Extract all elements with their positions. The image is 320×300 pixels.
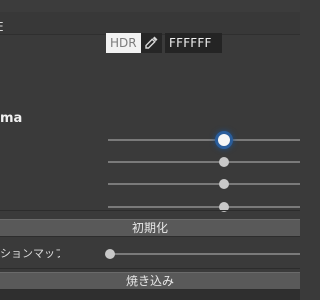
color-property-label: E [0,19,6,35]
section-divider [0,210,300,211]
tonemap-row-label: ションマップ [0,247,60,260]
reset-button[interactable]: 初期化 [0,219,300,237]
color-row-background [0,12,300,35]
gamma-slider-track[interactable] [108,183,300,185]
tonemap-slider-track[interactable] [110,253,300,255]
gamma-slider-track[interactable] [108,161,300,163]
gamma-slider-thumb[interactable] [218,134,230,146]
section-divider [0,268,300,269]
eyedropper-button[interactable] [141,33,162,53]
gamma-slider-track[interactable] [108,139,300,141]
gamma-slider-thumb[interactable] [219,157,229,167]
hdr-label: HDR [110,36,137,50]
eyedropper-icon [145,36,158,49]
gamma-section-label: ma [0,111,23,126]
hex-color-value: FFFFFF [169,36,212,50]
bake-button[interactable]: 焼き込み [0,272,300,290]
gamma-slider-thumb[interactable] [219,179,229,189]
gamma-slider-track[interactable] [108,206,300,208]
panel-bottom-strip [0,290,300,300]
tonemap-slider-thumb[interactable] [105,249,115,259]
